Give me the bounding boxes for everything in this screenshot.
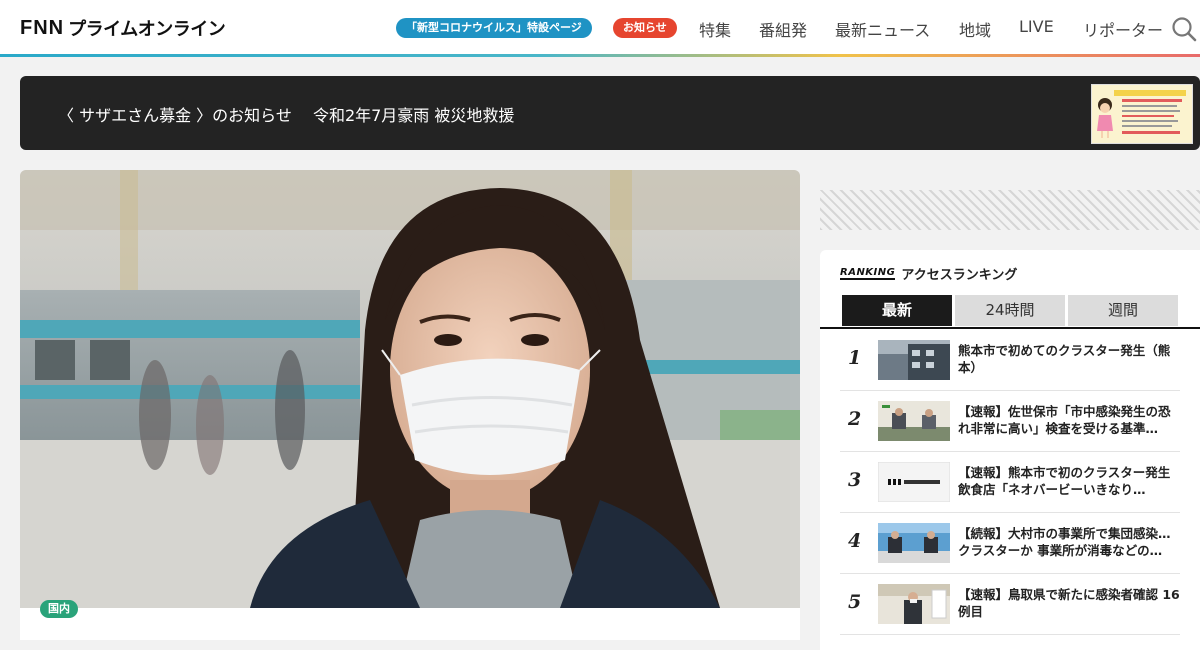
ranking-tabs: 最新 24時間 週間 — [820, 294, 1200, 329]
rank-number: 2 — [848, 408, 862, 430]
tab-weekly[interactable]: 週間 — [1068, 295, 1178, 326]
ranking-thumbnail[interactable] — [878, 401, 950, 441]
site-header: F N N プライムオンライン 「新型コロナウイルス」特設ページ お知らせ 特集… — [0, 0, 1200, 54]
banner-thumbnail — [1091, 84, 1193, 144]
announcement-banner[interactable]: 〈 サザエさん募金 〉のお知らせ 令和2年7月豪雨 被災地救援 — [20, 76, 1200, 150]
rank-number: 4 — [848, 530, 862, 552]
nav-live[interactable]: LIVE — [1019, 17, 1054, 36]
ranking-title: アクセスランキング — [901, 268, 1018, 283]
ranking-thumbnail[interactable] — [878, 462, 950, 502]
rank-number: 1 — [848, 347, 862, 369]
covid-special-page-link[interactable]: 「新型コロナウイルス」特設ページ — [396, 18, 592, 38]
nav-latest-news[interactable]: 最新ニュース — [835, 17, 930, 41]
site-logo[interactable]: F N N プライムオンライン — [20, 16, 226, 40]
rank-number: 3 — [848, 469, 862, 491]
banner-text: 〈 サザエさん募金 〉のお知らせ 令和2年7月豪雨 被災地救援 — [58, 106, 515, 125]
nav-reporters[interactable]: リポーター — [1083, 17, 1163, 41]
ranking-item-title[interactable]: 【続報】大村市の事業所で集団感染…クラスターか 事業所が消毒などの… — [958, 525, 1180, 559]
ranking-item[interactable]: 2 【速報】佐世保市「市中感染発生の恐れ非常に高い」検査を受ける基準… — [840, 391, 1180, 452]
access-ranking: RANKING アクセスランキング 最新 24時間 週間 1 熊本市で初めてのク… — [820, 250, 1200, 650]
search-icon[interactable] — [1171, 16, 1197, 42]
logo-text: プライムオンライン — [68, 19, 226, 40]
logo-letter: F — [20, 17, 32, 39]
ranking-thumbnail[interactable] — [878, 340, 950, 380]
nav-programs[interactable]: 番組発 — [759, 17, 807, 41]
nav-region[interactable]: 地域 — [959, 17, 991, 41]
rank-number: 5 — [848, 591, 862, 613]
ranking-item-title[interactable]: 【速報】鳥取県で新たに感染者確認 16例目 — [958, 586, 1180, 620]
featured-article[interactable]: 国内 — [20, 170, 800, 640]
logo-mark: F N N — [20, 17, 63, 39]
ranking-item-title[interactable]: 熊本市で初めてのクラスター発生（熊本） — [958, 342, 1180, 376]
ranking-item[interactable]: 4 【続報】大村市の事業所で集団感染…クラスターか 事業所が消毒などの… — [840, 513, 1180, 574]
category-badge[interactable]: 国内 — [40, 600, 78, 618]
ranking-thumbnail[interactable] — [878, 584, 950, 624]
article-hero-image[interactable] — [20, 170, 800, 608]
logo-letter: N — [33, 17, 47, 39]
ranking-list: 1 熊本市で初めてのクラスター発生（熊本） 2 【速報】佐世保市「市中感染発生の… — [840, 330, 1180, 635]
ranking-item[interactable]: 3 【速報】熊本市で初のクラスター発生 飲食店「ネオバービーいきなり… — [840, 452, 1180, 513]
tab-latest[interactable]: 最新 — [842, 295, 952, 326]
header-accent-line — [0, 54, 1200, 57]
ranking-label-en: RANKING — [840, 267, 896, 280]
logo-letter: N — [48, 17, 63, 39]
ranking-item[interactable]: 5 【速報】鳥取県で新たに感染者確認 16例目 — [840, 574, 1180, 635]
sazae-illustration — [1097, 90, 1186, 138]
ranking-item-title[interactable]: 【速報】佐世保市「市中感染発生の恐れ非常に高い」検査を受ける基準… — [958, 403, 1180, 437]
notice-link[interactable]: お知らせ — [613, 18, 677, 38]
ad-placeholder-stripe — [820, 190, 1200, 230]
tab-24h[interactable]: 24時間 — [955, 295, 1065, 326]
ranking-thumbnail[interactable] — [878, 523, 950, 563]
ranking-item-title[interactable]: 【速報】熊本市で初のクラスター発生 飲食店「ネオバービーいきなり… — [958, 464, 1180, 498]
nav-features[interactable]: 特集 — [699, 17, 731, 41]
ranking-item[interactable]: 1 熊本市で初めてのクラスター発生（熊本） — [840, 330, 1180, 391]
ranking-header: RANKING アクセスランキング — [840, 264, 1017, 283]
